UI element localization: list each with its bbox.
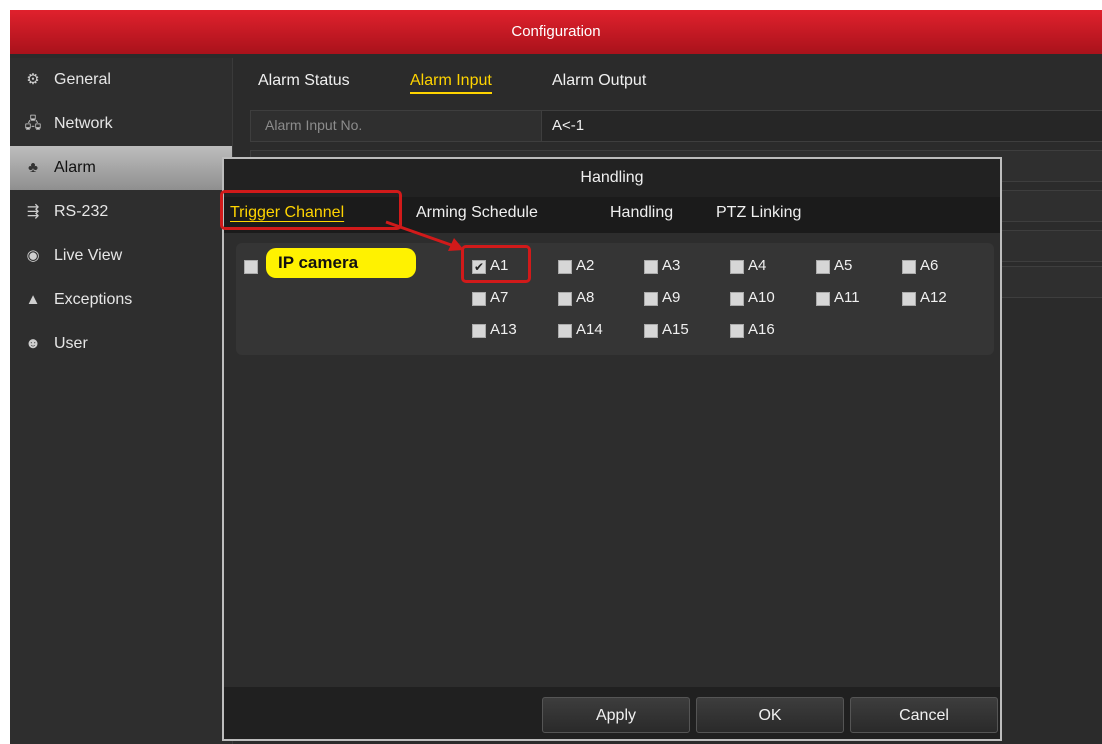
alarm-input-no-label: Alarm Input No. [265, 117, 363, 133]
channel-label: A4 [748, 257, 767, 274]
tab-handling[interactable]: Handling [610, 204, 673, 222]
ip-camera-select-all-checkbox[interactable] [244, 260, 258, 274]
channel-label: A14 [576, 321, 603, 338]
gear-icon: ⚙ [26, 71, 40, 88]
alarm-icon: ♣ [28, 159, 38, 176]
channel-checkbox-a13[interactable] [472, 324, 486, 338]
channel-label: A12 [920, 289, 947, 306]
channel-checkbox-a15[interactable] [644, 324, 658, 338]
channel-label: A3 [662, 257, 681, 274]
alarm-tabs: Alarm Status Alarm Input Alarm Output [242, 58, 1102, 106]
tab-alarm-output[interactable]: Alarm Output [552, 72, 646, 90]
channel-label: A15 [662, 321, 689, 338]
channel-checkbox-a10[interactable] [730, 292, 744, 306]
window-title: Configuration [10, 10, 1102, 54]
channel-label: A13 [490, 321, 517, 338]
alarm-input-no-field[interactable]: A<-1 [541, 111, 1102, 141]
channel-label: A16 [748, 321, 775, 338]
alarm-input-no-value: A<-1 [552, 117, 585, 134]
channel-checkbox-a16[interactable] [730, 324, 744, 338]
sidebar-item-label: Exceptions [54, 291, 133, 308]
sidebar-item-rs232[interactable]: ⇶ RS-232 [10, 190, 232, 234]
channel-label: A5 [834, 257, 853, 274]
rs232-icon: ⇶ [26, 203, 40, 220]
channel-label: A11 [834, 289, 860, 306]
warning-icon: ▲ [25, 291, 41, 308]
sidebar-item-label: User [54, 335, 88, 352]
channel-checkbox-a3[interactable] [644, 260, 658, 274]
sidebar-item-label: Live View [54, 247, 123, 264]
channel-checkbox-a11[interactable] [816, 292, 830, 306]
trigger-channel-highlight [220, 190, 402, 230]
users-icon: ☻ [25, 335, 41, 352]
annotation-arrow-icon [385, 220, 464, 251]
channel-label: A7 [490, 289, 509, 306]
cancel-button[interactable]: Cancel [850, 697, 998, 733]
ok-button[interactable]: OK [696, 697, 844, 733]
sidebar-item-label: General [54, 71, 111, 88]
network-icon: 🖧 [24, 115, 42, 132]
sidebar-item-live-view[interactable]: ◉ Live View [10, 234, 232, 278]
channel-label: A2 [576, 257, 595, 274]
dialog-footer: Apply OK Cancel [224, 687, 1000, 739]
tab-alarm-status[interactable]: Alarm Status [258, 72, 350, 90]
apply-button[interactable]: Apply [542, 697, 690, 733]
channel-checkbox-a5[interactable] [816, 260, 830, 274]
channel-checkbox-a12[interactable] [902, 292, 916, 306]
sidebar-item-label: Network [54, 115, 113, 132]
eye-icon: ◉ [26, 247, 40, 264]
a1-highlight [461, 245, 531, 283]
channel-label: A9 [662, 289, 681, 306]
channel-checkbox-a7[interactable] [472, 292, 486, 306]
sidebar-item-network[interactable]: 🖧 Network [10, 102, 232, 146]
channel-checkbox-a4[interactable] [730, 260, 744, 274]
sidebar-item-alarm[interactable]: ♣ Alarm [10, 146, 232, 190]
alarm-input-no-row: Alarm Input No. A<-1 [250, 110, 1102, 142]
channel-label: A10 [748, 289, 775, 306]
sidebar-item-label: RS-232 [54, 203, 109, 220]
sidebar: ⚙ General 🖧 Network ♣ Alarm ⇶ RS-232 ◉ L… [10, 58, 233, 744]
channel-checkbox-a14[interactable] [558, 324, 572, 338]
channel-checkbox-a8[interactable] [558, 292, 572, 306]
tab-alarm-input[interactable]: Alarm Input [410, 72, 492, 94]
sidebar-item-label: Alarm [54, 159, 96, 176]
channel-label: A6 [920, 257, 939, 274]
handling-dialog: Handling Trigger Channel Arming Schedule… [222, 157, 1002, 741]
tab-ptz-linking[interactable]: PTZ Linking [716, 204, 801, 222]
sidebar-item-general[interactable]: ⚙ General [10, 58, 232, 102]
channel-checkbox-a9[interactable] [644, 292, 658, 306]
channel-checkbox-a2[interactable] [558, 260, 572, 274]
channel-checkbox-a6[interactable] [902, 260, 916, 274]
sidebar-item-user[interactable]: ☻ User [10, 322, 232, 366]
channel-label: A8 [576, 289, 595, 306]
sidebar-item-exceptions[interactable]: ▲ Exceptions [10, 278, 232, 322]
